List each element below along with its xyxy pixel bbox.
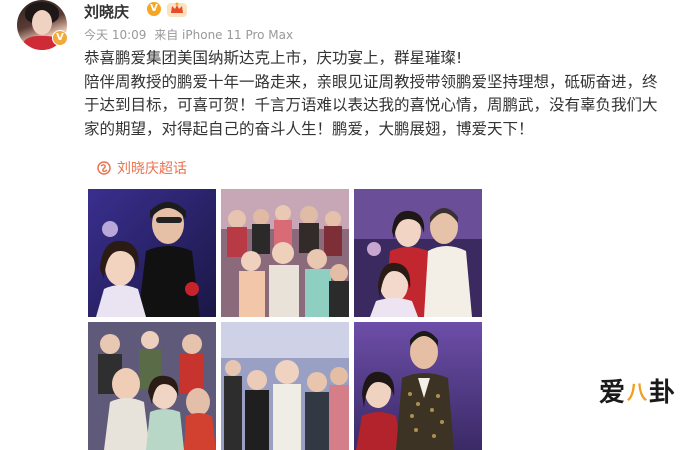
photo-6[interactable] [354,322,482,450]
photo-3[interactable] [354,189,482,317]
post-paragraph: 陪伴周教授的鹏爱十年一路走来，亲眼见证周教授带领鹏爱坚持理想，砥砺奋进，终于达到… [84,72,658,138]
watermark-logo: 爱八卦 [598,378,676,408]
post-source: 来自 iPhone 11 Pro Max [154,28,294,42]
photo-5[interactable] [221,322,349,450]
post-content: 恭喜鹏爱集团美国纳斯达克上市，庆功宴上，群星璀璨! 陪伴周教授的鹏爱十年一路走来… [84,47,669,141]
post-paragraph: 恭喜鹏爱集团美国纳斯达克上市，庆功宴上，群星璀璨! [84,49,463,67]
super-topic-icon [97,161,111,175]
super-topic-label: 刘晓庆超话 [117,161,187,177]
post-time[interactable]: 今天 10:09 [84,28,146,42]
photo-2[interactable] [221,189,349,317]
photo-4[interactable] [88,322,216,450]
verified-badge-icon: V [52,30,68,46]
super-topic-link[interactable]: 刘晓庆超话 [97,158,187,178]
vip-icon[interactable]: V [147,2,161,16]
crown-icon[interactable] [166,0,188,18]
photo-1[interactable] [88,189,216,317]
post-meta: 今天 10:09 来自 iPhone 11 Pro Max [84,26,297,43]
username[interactable]: 刘晓庆 [84,1,129,22]
